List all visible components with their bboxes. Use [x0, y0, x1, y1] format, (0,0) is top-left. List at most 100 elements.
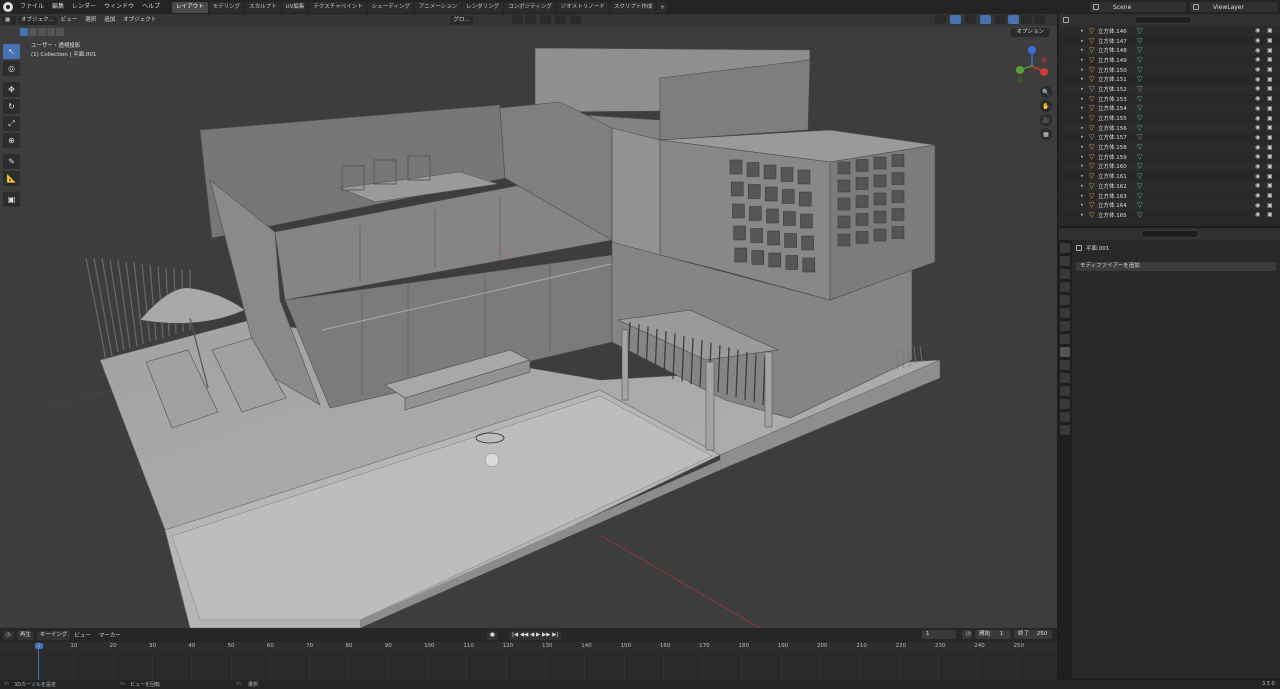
outliner-row[interactable]: ▸ ▽ 立方体.155 ▽ ◉ ▣	[1059, 113, 1280, 123]
expand-arrow-icon[interactable]: ▸	[1081, 163, 1084, 169]
modifier-icon[interactable]: ▽	[1137, 114, 1142, 122]
modifier-icon[interactable]: ▽	[1137, 143, 1142, 151]
outliner-row[interactable]: ▸ ▽ 立方体.150 ▽ ◉ ▣	[1059, 64, 1280, 75]
expand-arrow-icon[interactable]: ▸	[1081, 28, 1084, 34]
render-camera-icon[interactable]: ▣	[1267, 211, 1273, 218]
material-tab-icon[interactable]	[1060, 412, 1070, 422]
rendered-shading-icon[interactable]	[1034, 15, 1045, 24]
expand-arrow-icon[interactable]: ▸	[1081, 202, 1084, 208]
start-frame-field[interactable]: 開始 1	[975, 630, 1011, 639]
overlay-icon[interactable]	[965, 15, 976, 24]
select-extend-icon[interactable]	[29, 28, 37, 36]
expand-arrow-icon[interactable]: ▸	[1081, 212, 1084, 218]
record-button[interactable]: ●	[487, 630, 498, 640]
modifier-icon[interactable]: ▽	[1137, 201, 1142, 209]
expand-arrow-icon[interactable]: ▸	[1081, 96, 1084, 102]
playback-menu[interactable]: 再生	[16, 630, 34, 640]
solid-shading-icon[interactable]	[1008, 15, 1019, 24]
menu-help[interactable]: ヘルプ	[138, 0, 164, 14]
select-subtract-icon[interactable]	[38, 28, 46, 36]
rotate-tool-icon[interactable]: ↻	[3, 99, 20, 114]
render-camera-icon[interactable]: ▣	[1267, 95, 1273, 102]
expand-arrow-icon[interactable]: ▸	[1081, 144, 1084, 150]
eye-icon[interactable]: ◉	[1255, 56, 1260, 63]
select-invert-icon[interactable]	[47, 28, 55, 36]
view-layer-selector[interactable]: ViewLayer	[1190, 2, 1278, 12]
modifier-icon[interactable]: ▽	[1137, 66, 1142, 74]
transform-tool-icon[interactable]: ⊕	[3, 133, 20, 148]
modifier-icon[interactable]: ▽	[1137, 133, 1142, 141]
select-box-tool-icon[interactable]: ↖	[3, 44, 20, 59]
playback-controls[interactable]: |◀ ◀◀ ◀ ▶ ▶▶ ▶|	[509, 630, 562, 640]
blender-logo-icon[interactable]	[3, 2, 13, 12]
3d-viewport[interactable]: ▦ オブジェク... ビュー 選択 追加 オブジェクト グロ... ユーザー・透…	[0, 14, 1057, 628]
modifier-icon[interactable]: ▽	[1137, 172, 1142, 180]
outliner-row[interactable]: ▸ ▽ 立方体.161 ▽ ◉ ▣	[1059, 171, 1280, 181]
expand-arrow-icon[interactable]: ▸	[1081, 193, 1084, 199]
modifier-icon[interactable]: ▽	[1137, 95, 1142, 103]
tab-compositing[interactable]: コンポジティング	[504, 1, 556, 13]
physics-tab-icon[interactable]	[1060, 373, 1070, 383]
modifier-icon[interactable]: ▽	[1137, 56, 1142, 64]
timeline-editor-icon[interactable]: ◷	[3, 630, 14, 640]
properties-search-input[interactable]	[1141, 230, 1199, 238]
expand-arrow-icon[interactable]: ▸	[1081, 183, 1084, 189]
options-button[interactable]: オプション	[1011, 28, 1049, 37]
ortho-toggle-icon[interactable]: ▦	[1040, 128, 1052, 140]
outliner-row[interactable]: ▸ ▽ 立方体.152 ▽ ◉ ▣	[1059, 84, 1280, 94]
editor-type-icon[interactable]: ▦	[2, 15, 16, 25]
world-tab-icon[interactable]	[1060, 308, 1070, 318]
render-camera-icon[interactable]: ▣	[1267, 105, 1273, 112]
render-camera-icon[interactable]: ▣	[1267, 27, 1273, 34]
render-camera-icon[interactable]: ▣	[1267, 153, 1273, 160]
modifier-icon[interactable]: ▽	[1137, 124, 1142, 132]
expand-arrow-icon[interactable]: ▸	[1081, 105, 1084, 111]
eye-icon[interactable]: ◉	[1255, 95, 1260, 102]
add-cube-tool-icon[interactable]: ▣	[3, 192, 20, 207]
tab-animation[interactable]: アニメーション	[414, 1, 462, 13]
select-new-icon[interactable]	[20, 28, 28, 36]
measure-tool-icon[interactable]: 📐	[3, 171, 20, 186]
menu-render[interactable]: レンダー	[68, 0, 100, 14]
viewport-menu-add[interactable]: 追加	[100, 14, 119, 26]
visibility-icon[interactable]	[935, 15, 946, 24]
gizmo-icon[interactable]	[950, 15, 961, 24]
modifier-icon[interactable]: ▽	[1137, 46, 1142, 54]
tab-geometry-nodes[interactable]: ジオメトリノード	[556, 1, 609, 13]
outliner-row[interactable]: ▸ ▽ 立方体.151 ▽ ◉ ▣	[1059, 74, 1280, 84]
outliner-row[interactable]: ▸ ▽ 立方体.146 ▽ ◉ ▣	[1059, 26, 1280, 36]
eye-icon[interactable]: ◉	[1255, 124, 1260, 131]
modifier-icon[interactable]: ▽	[1137, 162, 1142, 170]
eye-icon[interactable]: ◉	[1255, 27, 1260, 34]
camera-view-icon[interactable]: 🎥	[1040, 114, 1052, 126]
outliner-row[interactable]: ▸ ▽ 立方体.165 ▽ ◉ ▣	[1059, 210, 1280, 220]
pan-view-icon[interactable]: ✋	[1040, 100, 1052, 112]
constraints-tab-icon[interactable]	[1060, 386, 1070, 396]
menu-file[interactable]: ファイル	[16, 0, 48, 14]
expand-arrow-icon[interactable]: ▸	[1081, 76, 1084, 82]
eye-icon[interactable]: ◉	[1255, 37, 1260, 44]
modifier-tab-icon[interactable]	[1060, 347, 1070, 357]
render-camera-icon[interactable]: ▣	[1267, 134, 1273, 141]
pivot-icon[interactable]	[512, 15, 523, 24]
render-camera-icon[interactable]: ▣	[1267, 85, 1273, 92]
render-camera-icon[interactable]: ▣	[1267, 56, 1273, 63]
viewport-menu-object[interactable]: オブジェクト	[119, 14, 160, 26]
render-camera-icon[interactable]: ▣	[1267, 76, 1273, 83]
snap-icon[interactable]	[525, 15, 536, 24]
menu-window[interactable]: ウィンドウ	[100, 0, 138, 14]
eye-icon[interactable]: ◉	[1255, 85, 1260, 92]
outliner-row[interactable]: ▸ ▽ 立方体.159 ▽ ◉ ▣	[1059, 152, 1280, 162]
object-tab-icon[interactable]	[1060, 334, 1070, 344]
expand-arrow-icon[interactable]: ▸	[1081, 115, 1084, 121]
tab-sculpt[interactable]: スカルプト	[245, 1, 281, 13]
outliner-row[interactable]: ▸ ▽ 立方体.149 ▽ ◉ ▣	[1059, 55, 1280, 65]
move-tool-icon[interactable]: ✥	[3, 82, 20, 97]
outliner-row[interactable]: ▸ ▽ 立方体.160 ▽ ◉ ▣	[1059, 161, 1280, 172]
timeline-ruler[interactable]: 1102030405060708090100110120130140150160…	[0, 642, 1057, 652]
view-layer-tab-icon[interactable]	[1060, 282, 1070, 292]
outliner-row[interactable]: ▸ ▽ 立方体.153 ▽ ◉ ▣	[1059, 94, 1280, 104]
eye-icon[interactable]: ◉	[1255, 163, 1260, 170]
modifier-icon[interactable]: ▽	[1137, 182, 1142, 190]
annotate-tool-icon[interactable]: ✎	[3, 154, 20, 169]
